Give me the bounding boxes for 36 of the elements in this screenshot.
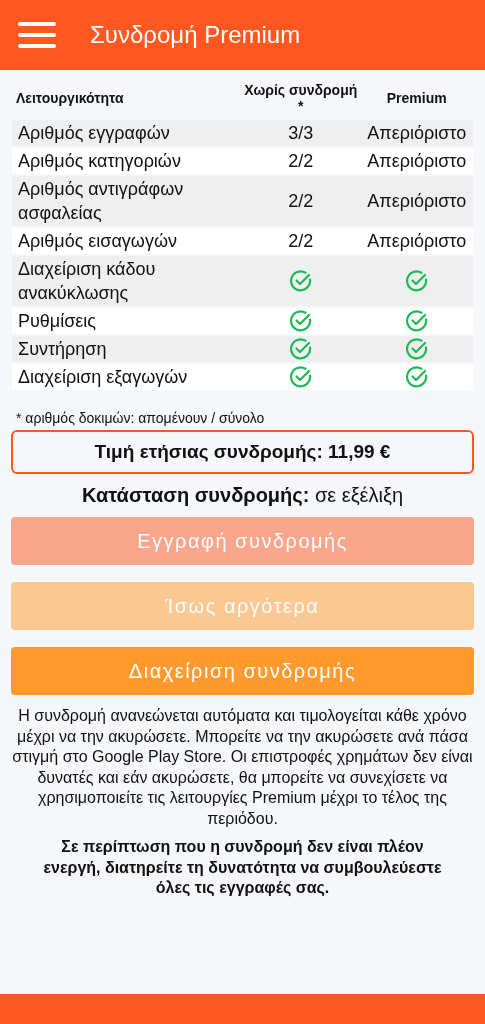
table-cell-text: Διαχείριση κάδου ανακύκλωσης <box>17 258 157 305</box>
table-cell-text: Αριθμός εισαγωγών <box>17 230 178 253</box>
table-cell-text: 2/2 <box>287 150 315 173</box>
check-circle-icon <box>288 365 313 389</box>
note-paragraph: Σε περίπτωση που η συνδρομή δεν είναι πλέον ενεργή, διατηρείτε τη δυνατότητα να συμβουλεύεστε όλες τις εγγραφές σας. <box>42 837 443 898</box>
app-bar-title: Συνδρομή Premium <box>90 21 301 49</box>
table-cell-text: Αριθμός αντιγράφων ασφαλείας <box>17 178 185 225</box>
table-cell-text: Απεριόριστο <box>366 122 468 145</box>
column-header: Premium <box>385 90 448 106</box>
check-circle-icon <box>404 309 429 333</box>
table-cell-text: 2/2 <box>287 190 315 213</box>
table-cell-text: Διαχείριση εξαγωγών <box>17 366 189 389</box>
status-value: σε εξέλιξη <box>314 484 404 506</box>
check-circle-icon <box>404 337 429 361</box>
terms-paragraph: Η συνδρομή ανανεώνεται αυτόματα και τιμολογείται κάθε χρόνο μέχρι να την ακυρώσετε. Μπορείτε να την ακυρώσετε ανά πάσα στιγμή στο Google Play Store. Οι επιστροφές χρημάτων δεν είναι δυνατές και εάν ακυρώσετε, θα μπορείτε να συνεχίσετε να χρησιμοποιείτε τις λειτουργίες Premium μέχρι το τέλος της περιόδου. <box>11 706 474 829</box>
column-header: Χωρίς συνδρομή * <box>243 82 359 114</box>
table-cell-text: 3/3 <box>287 122 315 145</box>
table-cell-text: Απεριόριστο <box>366 150 468 173</box>
price-label: Τιμή ετήσιας συνδρομής: 11,99 € <box>11 430 474 474</box>
footnote: * αριθμός δοκιμών: απομένουν / σύνολο <box>15 409 266 428</box>
table-cell-text: Αριθμός εγγραφών <box>17 122 171 145</box>
check-circle-icon <box>288 309 313 333</box>
action-button[interactable]: Διαχείριση συνδρομής <box>11 647 474 695</box>
column-header: Λειτουργικότητα <box>15 90 125 106</box>
table-cell-text: Απεριόριστο <box>366 230 468 253</box>
check-circle-icon <box>404 365 429 389</box>
check-circle-icon <box>288 337 313 361</box>
table-cell-text: 2/2 <box>287 230 315 253</box>
check-circle-icon <box>288 269 313 293</box>
check-circle-icon <box>404 269 429 293</box>
status-label: Κατάσταση συνδρομής: <box>81 484 310 506</box>
menu-icon[interactable] <box>18 22 56 48</box>
table-cell-text: Συντήρηση <box>17 338 108 361</box>
table-cell-text: Απεριόριστο <box>366 190 468 213</box>
table-cell-text: Αριθμός κατηγοριών <box>17 150 182 173</box>
table-cell-text: Ρυθμίσεις <box>17 310 98 333</box>
